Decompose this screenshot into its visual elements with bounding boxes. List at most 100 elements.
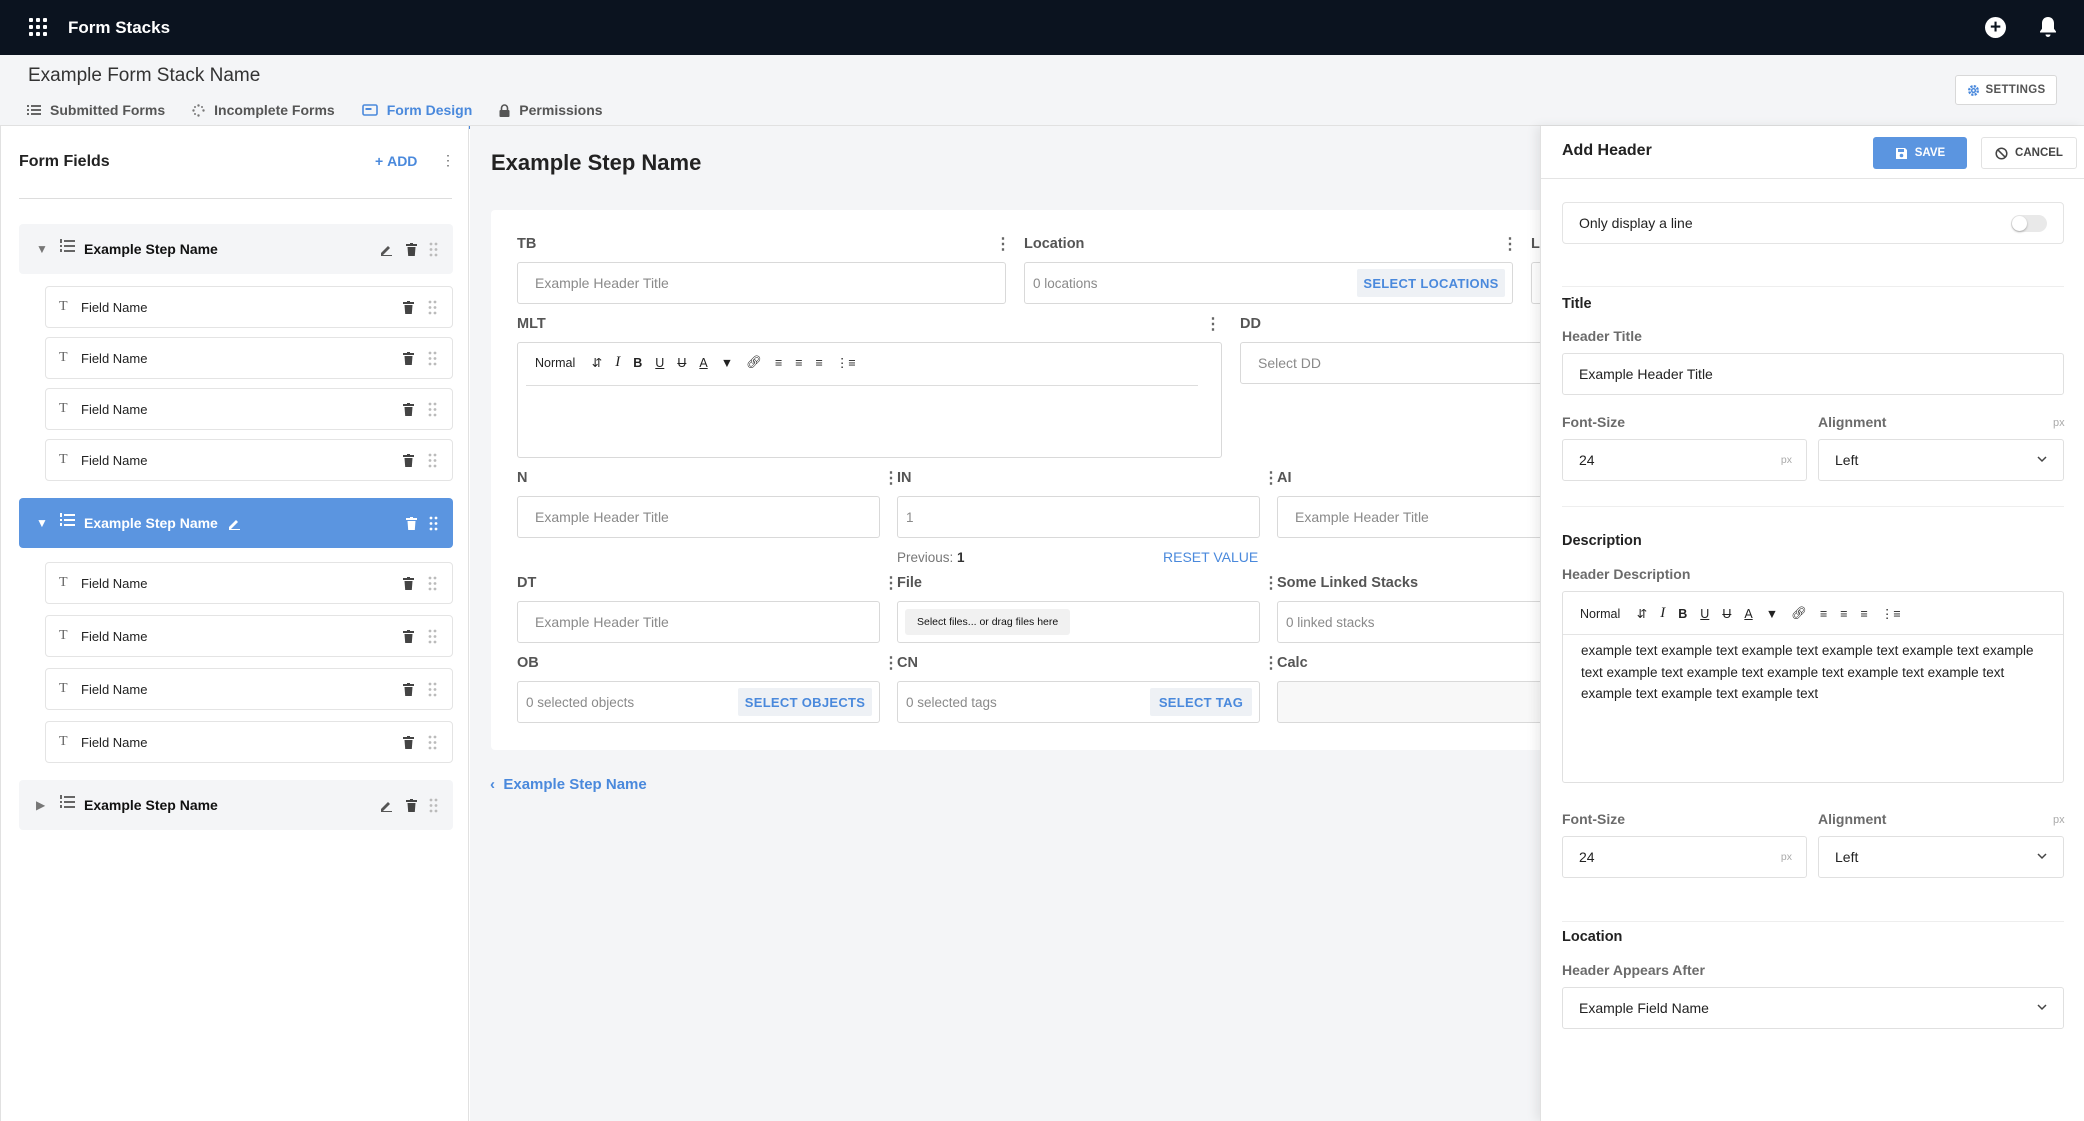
select-tag-button[interactable]: SELECT TAG — [1150, 688, 1252, 716]
highlight-icon[interactable]: ▼ — [721, 356, 733, 370]
field-item[interactable]: T Field Name — [45, 721, 453, 763]
text-color-icon[interactable]: A — [699, 356, 707, 370]
n-input[interactable]: Example Header Title — [517, 496, 880, 538]
field-item[interactable]: T Field Name — [45, 388, 453, 430]
description-text[interactable]: example text example text example text e… — [1581, 640, 2051, 705]
drag-handle-icon[interactable] — [429, 516, 438, 531]
trash-icon[interactable] — [406, 242, 417, 256]
tab-form-design[interactable]: Form Design — [359, 98, 475, 129]
field-item[interactable]: T Field Name — [45, 286, 453, 328]
drag-handle-icon[interactable] — [428, 629, 437, 644]
trash-icon[interactable] — [403, 453, 414, 467]
in-input[interactable]: 1 — [897, 496, 1260, 538]
link-icon[interactable]: 🔗︎ — [746, 355, 762, 370]
align-left-icon[interactable]: ≡ — [775, 356, 782, 370]
drag-handle-icon[interactable] — [428, 351, 437, 366]
description-rich-text-editor[interactable]: Normal ⇵ I B U U A ▼ 🔗︎ ≡ ≡ ≡ ⋮≡ example… — [1562, 591, 2064, 783]
dt-input[interactable]: Example Header Title — [517, 601, 880, 643]
kebab-menu-icon[interactable]: ⋮ — [1205, 314, 1221, 334]
apps-grid-icon[interactable] — [29, 18, 47, 36]
bulleted-list-icon[interactable]: ⋮≡ — [836, 355, 856, 370]
step-item-selected[interactable]: ▼ Example Step Name — [19, 498, 453, 548]
trash-icon[interactable] — [403, 351, 414, 365]
tab-incomplete-forms[interactable]: Incomplete Forms — [192, 98, 335, 122]
kebab-menu-icon[interactable]: ⋮ — [441, 152, 455, 169]
only-line-toggle[interactable] — [2011, 215, 2047, 232]
trash-icon[interactable] — [403, 682, 414, 696]
align-center-icon[interactable]: ≡ — [1840, 607, 1847, 621]
align-right-icon[interactable]: ≡ — [1861, 607, 1868, 621]
header-appears-after-select[interactable]: Example Field Name — [1562, 987, 2064, 1029]
edit-icon[interactable] — [380, 799, 393, 812]
bulleted-list-icon[interactable]: ⋮≡ — [1881, 606, 1901, 621]
italic-icon[interactable]: I — [615, 354, 620, 371]
italic-icon[interactable]: I — [1660, 605, 1665, 622]
font-size-input[interactable]: 24 px — [1562, 439, 1807, 481]
bell-icon[interactable] — [2038, 16, 2058, 38]
field-item[interactable]: T Field Name — [45, 615, 453, 657]
edit-icon[interactable] — [380, 243, 393, 256]
add-circle-icon[interactable]: + — [1985, 17, 2006, 38]
strikethrough-icon[interactable]: U — [1722, 607, 1731, 621]
tab-permissions[interactable]: Permissions — [499, 98, 603, 122]
kebab-menu-icon[interactable]: ⋮ — [995, 234, 1011, 254]
reset-value-link[interactable]: RESET VALUE — [1163, 549, 1258, 565]
link-icon[interactable]: 🔗︎ — [1791, 606, 1807, 621]
caret-down-icon[interactable]: ▼ — [36, 242, 48, 256]
bold-icon[interactable]: B — [633, 356, 642, 370]
drag-handle-icon[interactable] — [429, 242, 438, 257]
caret-down-icon[interactable]: ▼ — [36, 516, 48, 530]
description-alignment-select[interactable]: Left — [1818, 836, 2064, 878]
caret-right-icon[interactable]: ▶ — [36, 798, 45, 812]
field-item[interactable]: T Field Name — [45, 562, 453, 604]
format-select[interactable]: Normal ⇵ — [1580, 606, 1647, 621]
rich-text-toolbar: Normal ⇵ I B U U A ▼ 🔗︎ ≡ ≡ ≡ ⋮≡ — [535, 354, 869, 371]
drag-handle-icon[interactable] — [428, 735, 437, 750]
select-locations-button[interactable]: SELECT LOCATIONS — [1357, 269, 1505, 297]
trash-icon[interactable] — [406, 516, 417, 530]
drag-handle-icon[interactable] — [428, 576, 437, 591]
drag-handle-icon[interactable] — [428, 453, 437, 468]
drag-handle-icon[interactable] — [429, 798, 438, 813]
select-objects-button[interactable]: SELECT OBJECTS — [738, 688, 872, 716]
alignment-select[interactable]: Left — [1818, 439, 2064, 481]
underline-icon[interactable]: U — [655, 356, 664, 370]
format-select[interactable]: Normal ⇵ — [535, 355, 602, 370]
trash-icon[interactable] — [406, 798, 417, 812]
kebab-menu-icon[interactable]: ⋮ — [1502, 234, 1518, 254]
align-left-icon[interactable]: ≡ — [1820, 607, 1827, 621]
tab-submitted-forms[interactable]: Submitted Forms — [27, 98, 165, 122]
step-item[interactable]: ▶ Example Step Name — [19, 780, 453, 830]
drag-handle-icon[interactable] — [428, 402, 437, 417]
drag-handle-icon[interactable] — [428, 300, 437, 315]
highlight-icon[interactable]: ▼ — [1766, 607, 1778, 621]
header-title-input[interactable]: Example Header Title — [1562, 353, 2064, 395]
rich-text-toolbar: Normal ⇵ I B U U A ▼ 🔗︎ ≡ ≡ ≡ ⋮≡ — [1580, 605, 1914, 622]
underline-icon[interactable]: U — [1700, 607, 1709, 621]
previous-step-link[interactable]: ‹ Example Step Name — [490, 776, 647, 793]
edit-icon[interactable] — [228, 517, 241, 530]
field-item[interactable]: T Field Name — [45, 668, 453, 710]
bold-icon[interactable]: B — [1678, 607, 1687, 621]
strikethrough-icon[interactable]: U — [677, 356, 686, 370]
settings-button[interactable]: SETTINGS — [1955, 75, 2057, 105]
field-item[interactable]: T Field Name — [45, 337, 453, 379]
trash-icon[interactable] — [403, 629, 414, 643]
select-files-button[interactable]: Select files... or drag files here — [905, 609, 1071, 635]
add-field-button[interactable]: + ADD — [375, 153, 417, 169]
trash-icon[interactable] — [403, 576, 414, 590]
align-center-icon[interactable]: ≡ — [795, 356, 802, 370]
field-item[interactable]: T Field Name — [45, 439, 453, 481]
align-right-icon[interactable]: ≡ — [816, 356, 823, 370]
trash-icon[interactable] — [403, 300, 414, 314]
description-font-size-input[interactable]: 24 px — [1562, 836, 1807, 878]
tb-input[interactable]: Example Header Title — [517, 262, 1006, 304]
text-color-icon[interactable]: A — [1744, 607, 1752, 621]
mlt-rich-text-editor[interactable]: Normal ⇵ I B U U A ▼ 🔗︎ ≡ ≡ ≡ ⋮≡ — [517, 342, 1222, 458]
save-button[interactable]: SAVE — [1873, 137, 1967, 169]
step-item[interactable]: ▼ Example Step Name — [19, 224, 453, 274]
drag-handle-icon[interactable] — [428, 682, 437, 697]
cancel-button[interactable]: CANCEL — [1981, 137, 2077, 169]
trash-icon[interactable] — [403, 402, 414, 416]
trash-icon[interactable] — [403, 735, 414, 749]
